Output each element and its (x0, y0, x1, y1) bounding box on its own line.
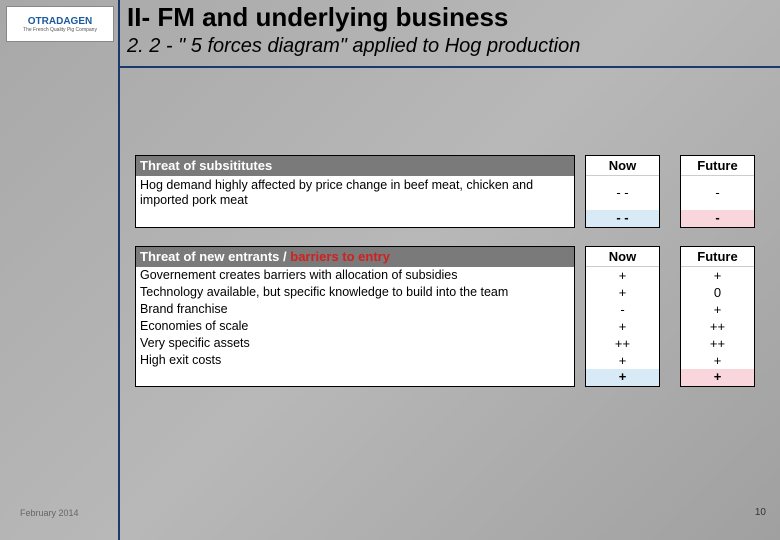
block1-now-0: - - (586, 176, 659, 210)
block2-summary-now: + (586, 369, 659, 386)
now-header-1: Now (586, 156, 659, 176)
future-header-1: Future (681, 156, 754, 176)
block1-row-0: Hog demand highly affected by price chan… (136, 176, 574, 210)
logo-tagline: The French Quality Pig Company (23, 27, 97, 33)
block2-now-col: Now + + - + ++ + + (585, 246, 660, 387)
block2-future-2: + (681, 301, 754, 318)
block2-heading: Threat of new entrants / barriers to ent… (136, 247, 574, 267)
block1-now-col: Now - - - - (585, 155, 660, 228)
block1-heading: Threat of subsititutes (136, 156, 574, 176)
block2-now-1: + (586, 284, 659, 301)
block2-row-0: Governement creates barriers with alloca… (136, 267, 574, 284)
header-divider (120, 66, 780, 68)
block2-row-3: Economies of scale (136, 318, 574, 335)
block2-now-5: + (586, 352, 659, 369)
block1-summary-future: - (681, 210, 754, 227)
footer-date: February 2014 (20, 508, 79, 518)
block2-future-0: + (681, 267, 754, 284)
slide-title: II- FM and underlying business (127, 2, 767, 33)
block1-summary-blank (136, 210, 574, 227)
block2-heading-b: barriers to entry (290, 249, 390, 264)
block2-future-5: + (681, 352, 754, 369)
block2-heading-a: Threat of new entrants / (140, 249, 290, 264)
block2-summary-future: + (681, 369, 754, 386)
block-entrants: Threat of new entrants / barriers to ent… (135, 246, 755, 387)
block2-main: Threat of new entrants / barriers to ent… (135, 246, 575, 387)
content-area: Threat of subsititutes Hog demand highly… (135, 155, 755, 405)
block2-row-1: Technology available, but specific knowl… (136, 284, 574, 301)
block1-future-0: - (681, 176, 754, 210)
block-substitutes: Threat of subsititutes Hog demand highly… (135, 155, 755, 228)
left-rail: OTRADAGEN The French Quality Pig Company (0, 0, 120, 540)
future-header-2: Future (681, 247, 754, 267)
block2-row-4: Very specific assets (136, 335, 574, 352)
block2-future-col: Future + 0 + ++ ++ + + (680, 246, 755, 387)
block1-main: Threat of subsititutes Hog demand highly… (135, 155, 575, 228)
block2-summary-blank (136, 369, 574, 386)
logo-name: OTRADAGEN (28, 16, 92, 27)
block2-row-5: High exit costs (136, 352, 574, 369)
block2-row-2: Brand franchise (136, 301, 574, 318)
now-header-2: Now (586, 247, 659, 267)
block2-future-3: ++ (681, 318, 754, 335)
block2-now-4: ++ (586, 335, 659, 352)
block2-now-0: + (586, 267, 659, 284)
block2-future-1: 0 (681, 284, 754, 301)
slide-header: II- FM and underlying business 2. 2 - " … (127, 2, 767, 58)
block2-now-3: + (586, 318, 659, 335)
slide-subtitle: 2. 2 - " 5 forces diagram" applied to Ho… (127, 35, 767, 58)
block2-future-4: ++ (681, 335, 754, 352)
block1-summary-now: - - (586, 210, 659, 227)
block2-now-2: - (586, 301, 659, 318)
logo: OTRADAGEN The French Quality Pig Company (6, 6, 114, 42)
footer-page-number: 10 (755, 507, 766, 518)
block1-future-col: Future - - (680, 155, 755, 228)
